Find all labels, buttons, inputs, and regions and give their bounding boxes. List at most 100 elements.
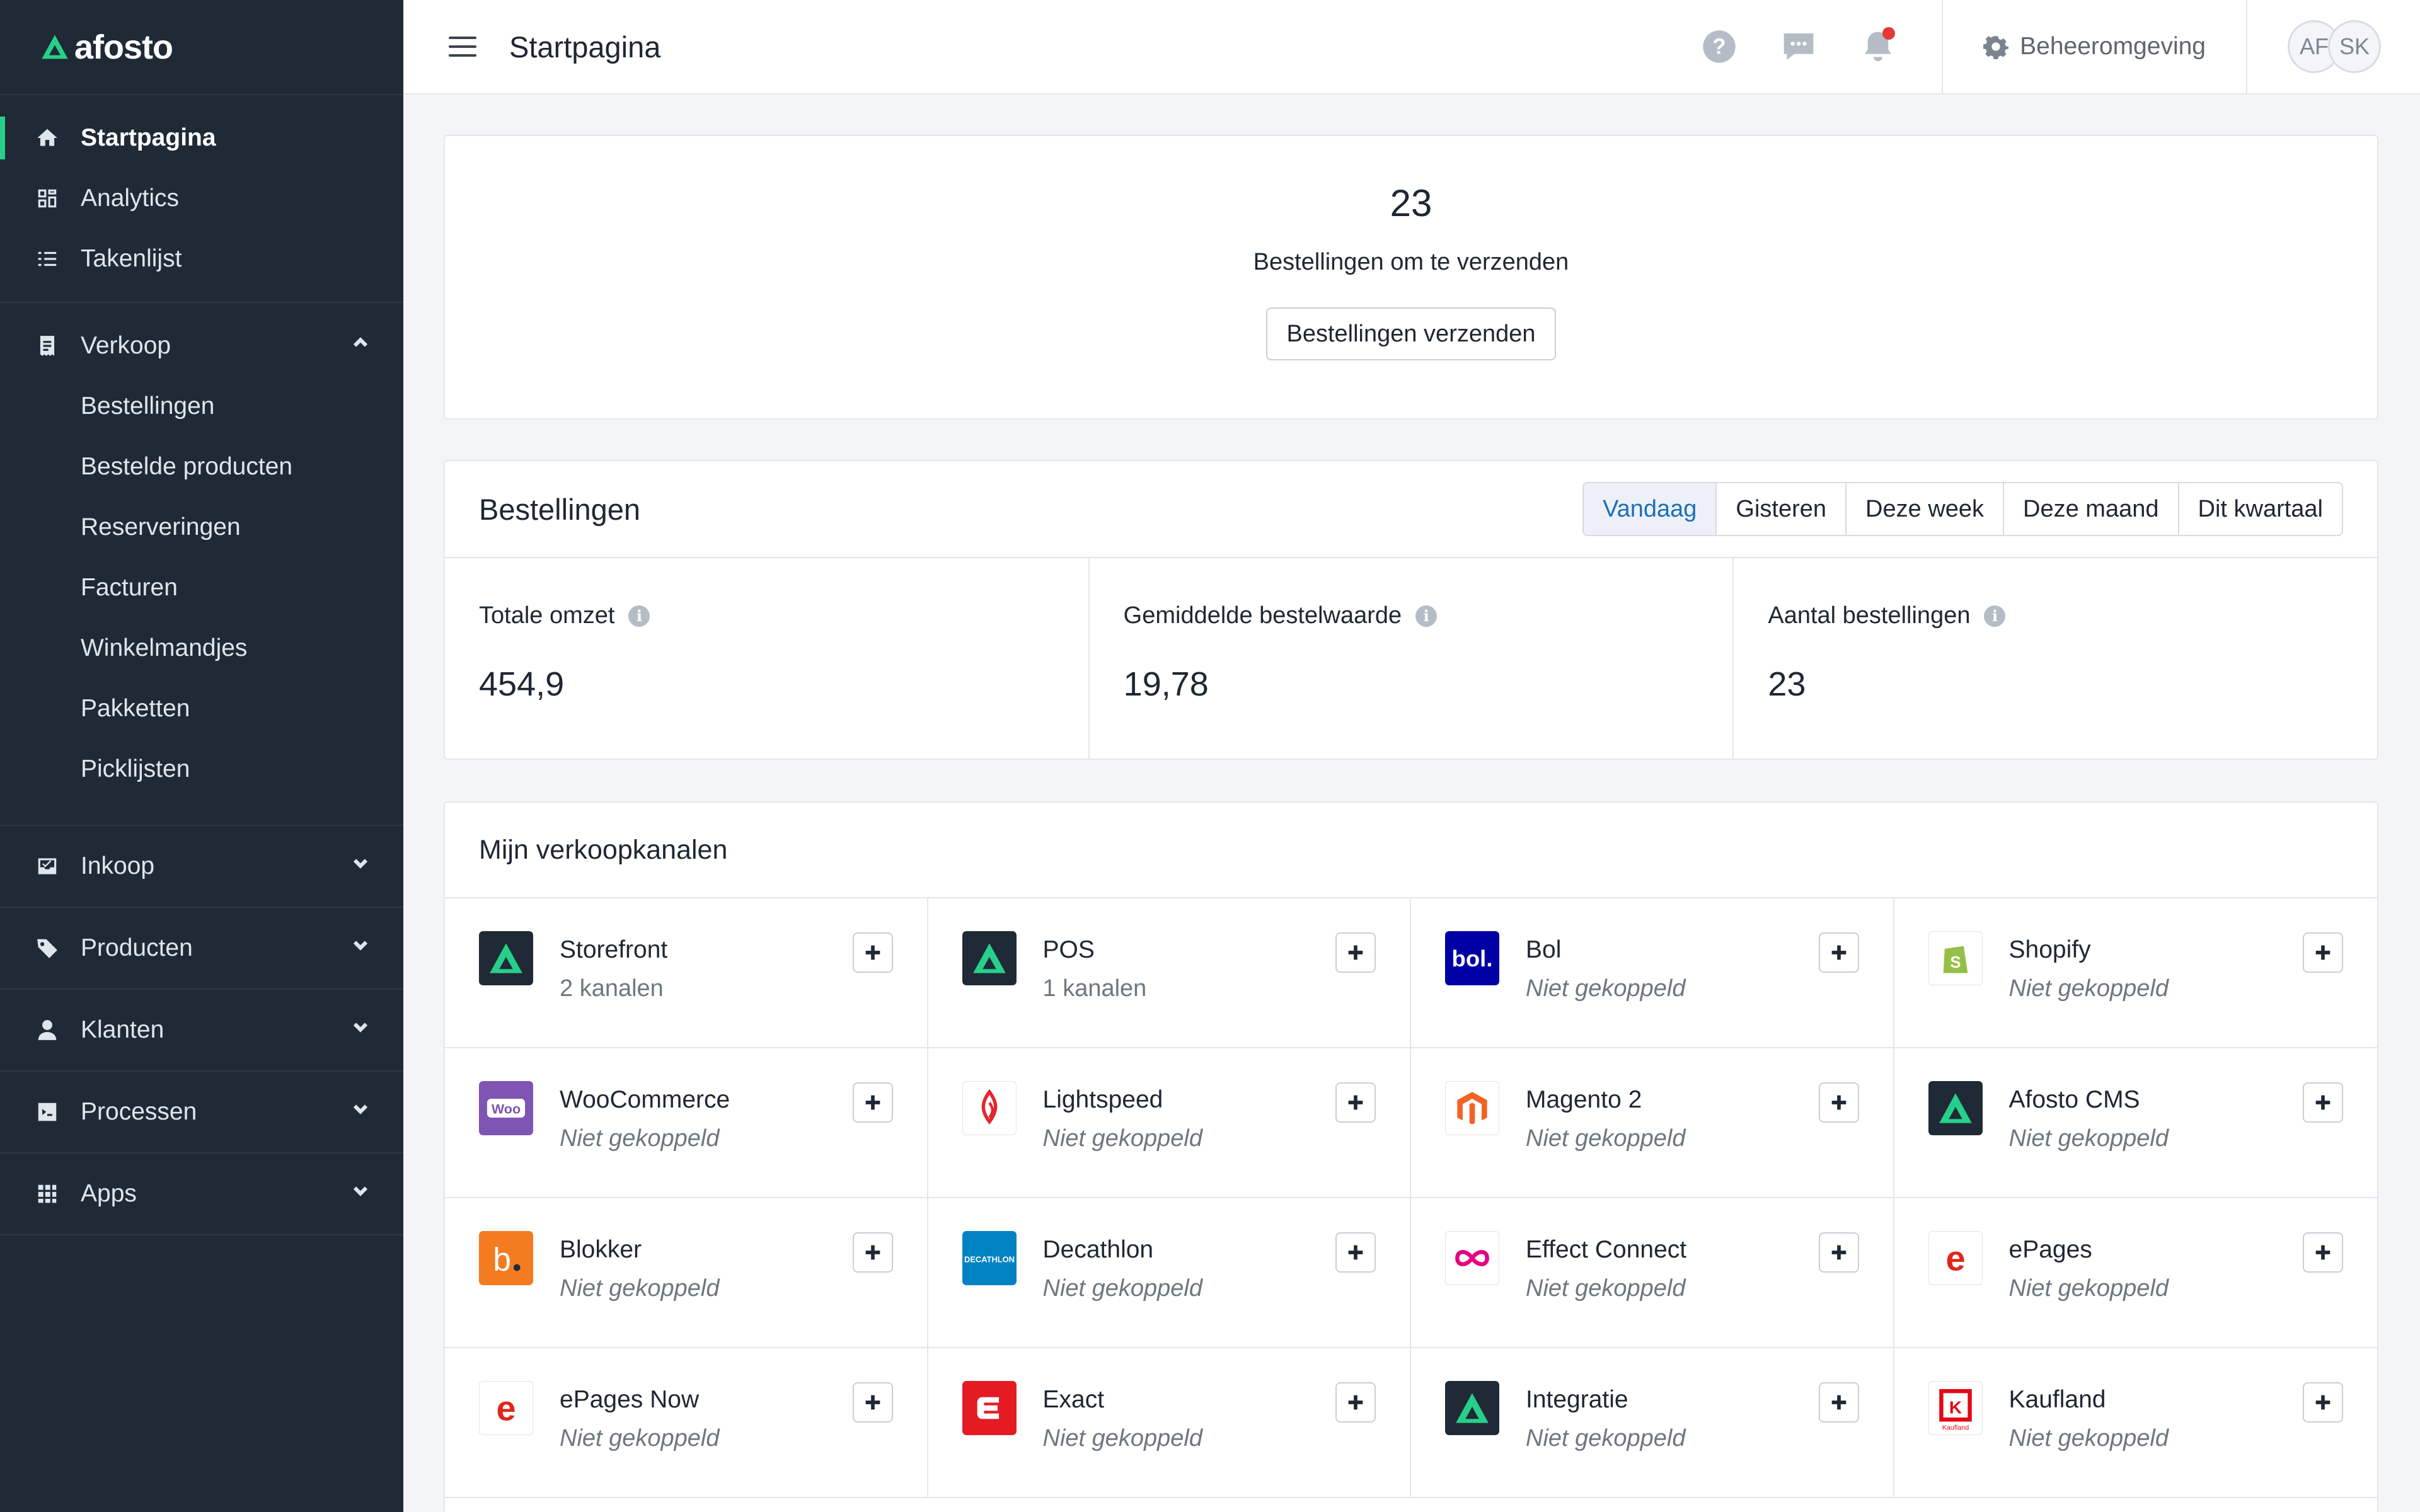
channel-tile-decathlon[interactable]: DECATHLON Decathlon Niet gekoppeld [928,1198,1411,1348]
account-avatars[interactable]: AF SK [2247,20,2420,73]
add-channel-button[interactable] [1335,1382,1376,1423]
sidebar-subitem-bestellingen[interactable]: Bestellingen [0,376,403,437]
channel-tile-afosto-cms[interactable]: Afosto CMS Niet gekoppeld [1894,1048,2377,1198]
channel-tile-kaufland[interactable]: K Kaufland Kaufland Niet gekoppeld [1894,1348,2377,1498]
channel-text: Lightspeed Niet gekoppeld [1043,1081,1336,1152]
channel-text: ePages Niet gekoppeld [2009,1231,2303,1302]
sidebar-subitem-picklijsten[interactable]: Picklijsten [0,739,403,799]
channel-tile-storefront[interactable]: Storefront 2 kanalen [445,898,928,1048]
add-channel-button[interactable] [852,932,893,973]
period-yesterday-button[interactable]: Gisteren [1715,483,1845,535]
afosto-logo-icon [479,931,533,985]
channel-name: Integratie [1526,1386,1628,1413]
period-this-week-button[interactable]: Deze week [1845,483,2003,535]
channel-tile-bol[interactable]: bol. Bol Niet gekoppeld [1411,898,1894,1048]
add-channel-button[interactable] [1818,1382,1859,1423]
sidebar-item-label: Producten [81,934,193,961]
period-this-month-button[interactable]: Deze maand [2003,483,2177,535]
page-title: Startpagina [509,30,661,64]
sidebar-subitem-bestelde-producten[interactable]: Bestelde producten [0,437,403,497]
sales-channels-grid: Storefront 2 kanalen POS 1 kanalen bol. Bol Ni… [445,898,2377,1498]
info-icon[interactable]: i [628,605,650,627]
sidebar-item-klanten[interactable]: Klanten [0,990,403,1070]
channel-status: Niet gekoppeld [1526,1275,1686,1302]
orders-to-ship-count: 23 [1390,182,1432,224]
orders-to-ship-label: Bestellingen om te verzenden [1253,249,1569,275]
orders-header: Bestellingen Vandaag Gisteren Deze week … [445,461,2377,558]
channel-status: Niet gekoppeld [2008,1275,2169,1302]
add-channel-button[interactable] [1335,1082,1376,1123]
lightspeed-logo-icon [962,1081,1017,1135]
settings-link[interactable]: Beheeromgeving [1943,33,2246,60]
add-channel-button[interactable] [852,1382,893,1423]
channel-tile-epages[interactable]: e ePages Niet gekoppeld [1894,1198,2377,1348]
channel-tile-lightspeed[interactable]: Lightspeed Niet gekoppeld [928,1048,1411,1198]
plus-icon [865,1245,880,1260]
menu-toggle-icon[interactable] [449,33,476,60]
sidebar-item-takenlijst[interactable]: Takenlijst [0,229,403,289]
channel-text: Kaufland Niet gekoppeld [2009,1381,2303,1452]
add-channel-button[interactable] [2303,932,2343,973]
channel-status: Niet gekoppeld [1526,975,1686,1002]
processes-icon [34,1099,60,1125]
plus-icon [865,1095,880,1110]
add-channel-button[interactable] [1818,1082,1859,1123]
channel-tile-woocommerce[interactable]: Woo WooCommerce Niet gekoppeld [445,1048,928,1198]
processen-group: Processen [0,1072,403,1154]
notifications-bell-icon[interactable] [1860,27,1896,65]
chat-icon[interactable] [1780,28,1817,65]
period-today-button[interactable]: Vandaag [1584,483,1716,535]
channel-name: Storefront [560,936,668,963]
sidebar-subitem-pakketten[interactable]: Pakketten [0,679,403,739]
add-channel-button[interactable] [2303,1232,2343,1273]
help-icon[interactable]: ? [1701,28,1737,65]
channel-text: Decathlon Niet gekoppeld [1043,1231,1336,1302]
ship-orders-button[interactable]: Bestellingen verzenden [1266,307,1556,360]
channel-tile-pos[interactable]: POS 1 kanalen [928,898,1411,1048]
channel-tile-exact[interactable]: Exact Niet gekoppeld [928,1348,1411,1498]
channel-tile-magento-2[interactable]: Magento 2 Niet gekoppeld [1411,1048,1894,1198]
channel-status: Niet gekoppeld [1042,1125,1203,1152]
sidebar-subitem-winkelmandjes[interactable]: Winkelmandjes [0,618,403,679]
channel-text: Effect Connect Niet gekoppeld [1526,1231,1819,1302]
sidebar-item-startpagina[interactable]: Startpagina [0,108,403,168]
sidebar-subitem-facturen[interactable]: Facturen [0,558,403,618]
channel-tile-effect-connect[interactable]: Effect Connect Niet gekoppeld [1411,1198,1894,1348]
period-this-quarter-button[interactable]: Dit kwartaal [2177,483,2342,535]
channel-tile-shopify[interactable]: S Shopify Niet gekoppeld [1894,898,2377,1048]
info-icon[interactable]: i [1984,605,2006,627]
channel-tile-blokker[interactable]: b Blokker Niet gekoppeld [445,1198,928,1348]
channel-status: Niet gekoppeld [2008,1125,2169,1152]
channel-name: ePages Now [560,1386,700,1413]
channel-tile-integratie[interactable]: Integratie Niet gekoppeld [1411,1348,1894,1498]
add-channel-button[interactable] [1818,1232,1859,1273]
sidebar-item-inkoop[interactable]: Inkoop [0,826,403,907]
add-channel-button[interactable] [852,1082,893,1123]
channel-text: Magento 2 Niet gekoppeld [1526,1081,1819,1152]
add-channel-button[interactable] [2303,1082,2343,1123]
chevron-down-icon [349,934,372,963]
add-channel-button[interactable] [852,1232,893,1273]
add-channel-button[interactable] [1818,932,1859,973]
svg-text:DECATHLON: DECATHLON [964,1254,1015,1264]
chevron-down-icon [349,852,372,881]
sidebar-item-apps[interactable]: Apps [0,1154,403,1234]
sidebar-item-producten[interactable]: Producten [0,908,403,988]
add-channel-button[interactable] [1335,932,1376,973]
channel-status: Niet gekoppeld [1042,1425,1203,1452]
sidebar-subitem-reserveringen[interactable]: Reserveringen [0,497,403,558]
info-icon[interactable]: i [1415,605,1438,627]
channel-status: Niet gekoppeld [2008,975,2169,1002]
add-channel-button[interactable] [1335,1232,1376,1273]
channel-text: WooCommerce Niet gekoppeld [560,1081,853,1152]
stat-label: Gemiddelde bestelwaarde i [1124,602,1699,629]
add-channel-button[interactable] [2303,1382,2343,1423]
channel-name: Lightspeed [1042,1086,1163,1113]
channel-name: Exact [1042,1386,1105,1413]
user-icon [34,1017,60,1043]
sidebar-item-verkoop[interactable]: Verkoop [0,316,403,376]
sidebar-item-analytics[interactable]: Analytics [0,168,403,229]
sidebar-item-processen[interactable]: Processen [0,1072,403,1152]
channel-tile-epages-now[interactable]: e ePages Now Niet gekoppeld [445,1348,928,1498]
logo[interactable]: afosto [0,0,403,95]
